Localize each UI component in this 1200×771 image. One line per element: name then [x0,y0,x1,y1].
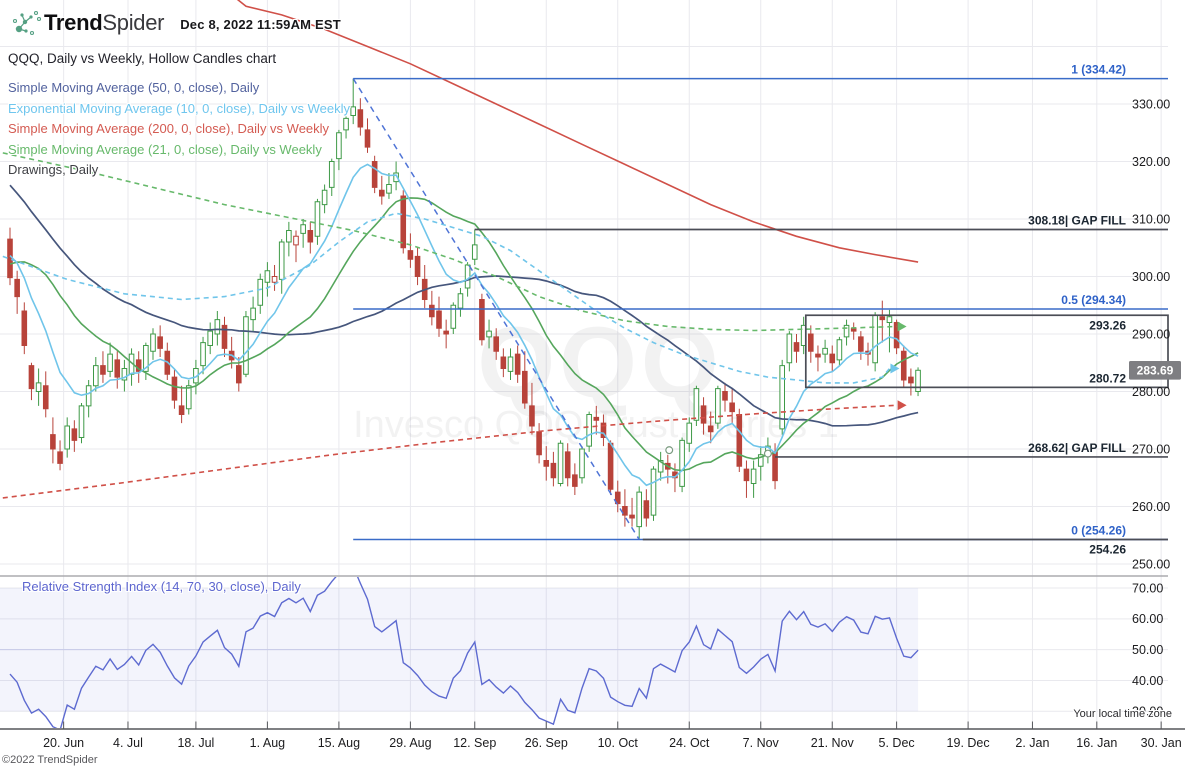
svg-text:15. Aug: 15. Aug [318,736,360,750]
sma200_weekly-arrow-icon [897,400,907,411]
legend-item-sma200[interactable]: Simple Moving Average (200, 0, close), D… [8,119,350,140]
svg-text:24. Oct: 24. Oct [669,736,710,750]
sma21_weekly-arrow-icon [897,321,907,332]
ema10_weekly-line [2,212,891,384]
svg-text:70.00: 70.00 [1132,581,1163,595]
svg-text:26. Sep: 26. Sep [525,736,568,750]
svg-text:19. Dec: 19. Dec [947,736,990,750]
legend-item-sma21[interactable]: Simple Moving Average (21, 0, close), Da… [8,140,350,161]
svg-text:260.00: 260.00 [1132,500,1170,514]
svg-text:250.00: 250.00 [1132,557,1170,571]
svg-text:12. Sep: 12. Sep [453,736,496,750]
svg-text:293.26: 293.26 [1089,318,1126,332]
legend-item-drawings[interactable]: Drawings, Daily [8,160,350,181]
svg-text:268.62| GAP FILL: 268.62| GAP FILL [1028,441,1126,455]
logo-text-spider: Spider [102,9,165,35]
price-axis[interactable]: 330.00 320.00 310.00 300.00 290.00 280.00 270.… [1132,97,1170,718]
svg-text:0 (254.26): 0 (254.26) [1071,524,1126,538]
svg-text:20. Jun: 20. Jun [43,736,84,750]
svg-text:4. Jul: 4. Jul [113,736,143,750]
svg-text:16. Jan: 16. Jan [1076,736,1117,750]
svg-text:290.00: 290.00 [1132,327,1170,341]
current-price-badge: 283.69 [1129,360,1181,380]
svg-text:283.69: 283.69 [1137,364,1174,378]
trendspider-chart-page: { "header": { "logo_primary": "Trend", "… [0,0,1200,771]
trendspider-logo-icon [12,10,42,36]
copyright-footer: ©2022 TrendSpider [2,754,98,766]
indicator-legend: Simple Moving Average (50, 0, close), Da… [8,78,350,181]
rsi-indicator-label[interactable]: Relative Strength Index (14, 70, 30, clo… [22,579,301,594]
svg-text:5. Dec: 5. Dec [879,736,915,750]
time-axis[interactable]: 20. Jun 4. Jul 18. Jul 1. Aug 15. Aug 29. Aug… [0,721,1185,751]
svg-text:1 (334.42): 1 (334.42) [1071,63,1126,77]
svg-text:0.5 (294.34): 0.5 (294.34) [1061,293,1126,307]
svg-text:320.00: 320.00 [1132,155,1170,169]
svg-text:270.00: 270.00 [1132,442,1170,456]
svg-text:30. Jan: 30. Jan [1141,736,1182,750]
logo-text: TrendSpider [44,9,165,36]
svg-text:2. Jan: 2. Jan [1015,736,1049,750]
svg-text:310.00: 310.00 [1132,212,1170,226]
svg-text:21. Nov: 21. Nov [811,736,855,750]
svg-text:330.00: 330.00 [1132,97,1170,111]
svg-text:18. Jul: 18. Jul [177,736,214,750]
svg-text:254.26: 254.26 [1089,543,1126,557]
legend-item-ema10-weekly[interactable]: Exponential Moving Average (10, 0, close… [8,99,350,120]
svg-text:280.00: 280.00 [1132,385,1170,399]
logo-text-trend: Trend [44,9,103,35]
svg-text:QQQ: QQQ [477,307,722,419]
svg-text:10. Oct: 10. Oct [598,736,639,750]
chart-datetime: Dec 8, 2022 11:59AM EST [180,16,341,32]
header: TrendSpider Dec 8, 2022 11:59AM EST [12,9,341,36]
svg-text:50.00: 50.00 [1132,643,1163,657]
svg-text:7. Nov: 7. Nov [743,736,780,750]
svg-text:300.00: 300.00 [1132,270,1170,284]
svg-text:1. Aug: 1. Aug [250,736,285,750]
timezone-note[interactable]: Your local time zone [1073,708,1172,720]
svg-text:308.18| GAP FILL: 308.18| GAP FILL [1028,213,1126,227]
svg-text:29. Aug: 29. Aug [389,736,431,750]
svg-text:60.00: 60.00 [1132,612,1163,626]
legend-item-sma50-daily[interactable]: Simple Moving Average (50, 0, close), Da… [8,78,350,99]
chart-title: QQQ, Daily vs Weekly, Hollow Candles cha… [8,51,277,66]
svg-text:280.72: 280.72 [1089,371,1126,385]
svg-text:40.00: 40.00 [1132,674,1163,688]
